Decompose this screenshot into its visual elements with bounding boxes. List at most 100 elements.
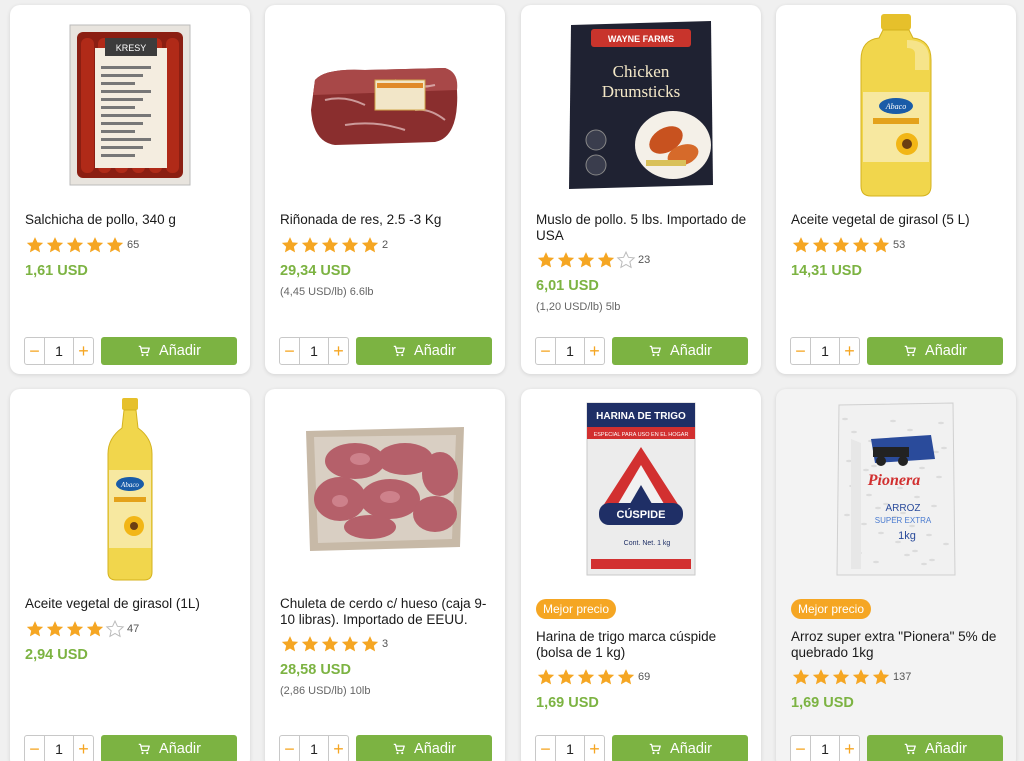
product-rating: 23 [536,250,650,270]
rating-stars [791,667,891,687]
add-to-cart-button[interactable]: Añadir [612,337,748,365]
product-name[interactable]: Aceite vegetal de girasol (1L) [25,596,240,612]
add-to-cart-label: Añadir [925,741,967,757]
decrease-quantity-button[interactable]: − [280,736,300,761]
increase-quantity-button[interactable]: + [327,736,348,761]
product-card[interactable]: Pionera ARROZ SUPER EXTRA 1kg Mejor prec… [776,389,1016,761]
star-empty-icon [105,619,125,638]
increase-quantity-button[interactable]: + [72,338,93,364]
quantity-value[interactable]: 1 [566,741,574,757]
decrease-quantity-button[interactable]: − [536,736,556,761]
increase-quantity-button[interactable]: + [583,338,604,364]
star-filled-icon [812,669,830,685]
quantity-stepper[interactable]: − 1 + [24,337,94,365]
add-to-cart-button[interactable]: Añadir [356,337,492,365]
quantity-value[interactable]: 1 [55,741,63,757]
increase-quantity-button[interactable]: + [838,338,859,364]
product-price: 1,69 USD [791,695,854,711]
sausage-package-image[interactable]: KRESY [10,5,250,205]
review-count: 69 [638,671,651,683]
product-rating: 65 [25,235,139,255]
increase-quantity-button[interactable]: + [838,736,859,761]
pork-chops-box-image[interactable] [265,389,505,589]
decrease-quantity-button[interactable]: − [791,338,811,364]
beef-loin-image[interactable] [265,5,505,205]
star-filled-icon [281,237,299,253]
star-filled-icon [852,669,870,685]
quantity-value[interactable]: 1 [310,343,318,359]
increase-quantity-button[interactable]: + [327,338,348,364]
add-to-cart-button[interactable]: Añadir [101,735,237,761]
chicken-drumsticks-bag-image[interactable]: WAYNE FARMS Chicken Drumsticks [521,5,761,205]
quantity-stepper[interactable]: − 1 + [790,735,860,761]
svg-text:Chicken: Chicken [613,62,670,81]
product-name[interactable]: Chuleta de cerdo c/ hueso (caja 9-10 lib… [280,596,495,628]
product-card[interactable]: Riñonada de res, 2.5 -3 Kg 2 29,34 USD (… [265,5,505,374]
star-filled-icon [617,669,635,685]
star-filled-icon [577,252,595,268]
cart-icon [138,345,150,357]
oil-jug-5l-image[interactable]: Abaco [776,5,1016,205]
review-count: 137 [893,671,912,683]
product-card[interactable]: WAYNE FARMS Chicken Drumsticks Muslo de … [521,5,761,374]
product-card[interactable]: Chuleta de cerdo c/ hueso (caja 9-10 lib… [265,389,505,761]
product-price: 1,61 USD [25,263,88,279]
product-name[interactable]: Salchicha de pollo, 340 g [25,212,240,228]
product-name[interactable]: Riñonada de res, 2.5 -3 Kg [280,212,495,228]
increase-quantity-button[interactable]: + [72,736,93,761]
quantity-stepper[interactable]: − 1 + [535,735,605,761]
add-to-cart-button[interactable]: Añadir [356,735,492,761]
svg-text:ESPECIAL PARA USO EN EL HOGAR: ESPECIAL PARA USO EN EL HOGAR [594,432,689,438]
star-filled-icon [792,237,810,253]
rice-bag-image[interactable]: Pionera ARROZ SUPER EXTRA 1kg [776,389,1016,589]
increase-quantity-button[interactable]: + [583,736,604,761]
product-name[interactable]: Arroz super extra "Pionera" 5% de quebra… [791,629,1006,661]
cart-icon [393,743,405,755]
cart-icon [904,345,916,357]
svg-text:CÚSPIDE: CÚSPIDE [617,508,666,521]
add-to-cart-button[interactable]: Añadir [101,337,237,365]
rating-stars [25,619,125,639]
quantity-stepper[interactable]: − 1 + [24,735,94,761]
decrease-quantity-button[interactable]: − [25,338,45,364]
quantity-stepper[interactable]: − 1 + [279,735,349,761]
quantity-value[interactable]: 1 [821,741,829,757]
svg-text:WAYNE FARMS: WAYNE FARMS [608,34,674,44]
star-filled-icon [281,636,299,652]
add-to-cart-button[interactable]: Añadir [612,735,748,761]
decrease-quantity-button[interactable]: − [536,338,556,364]
star-filled-icon [46,621,64,637]
star-filled-icon [557,669,575,685]
quantity-value[interactable]: 1 [566,343,574,359]
product-name[interactable]: Aceite vegetal de girasol (5 L) [791,212,1006,228]
star-filled-icon [852,237,870,253]
decrease-quantity-button[interactable]: − [25,736,45,761]
product-card[interactable]: Abaco Aceite vegetal de girasol (5 L) 53… [776,5,1016,374]
product-rating: 3 [280,634,388,654]
product-price: 1,69 USD [536,695,599,711]
quantity-value[interactable]: 1 [55,343,63,359]
oil-bottle-1l-image[interactable]: Abaco [10,389,250,589]
star-filled-icon [557,252,575,268]
decrease-quantity-button[interactable]: − [280,338,300,364]
quantity-stepper[interactable]: − 1 + [279,337,349,365]
review-count: 3 [382,638,389,650]
quantity-stepper[interactable]: − 1 + [535,337,605,365]
product-card[interactable]: Abaco Aceite vegetal de girasol (1L) 47 … [10,389,250,761]
quantity-value[interactable]: 1 [821,343,829,359]
star-filled-icon [812,237,830,253]
decrease-quantity-button[interactable]: − [791,736,811,761]
flour-bag-image[interactable]: HARINA DE TRIGO ESPECIAL PARA USO EN EL … [521,389,761,589]
rating-stars [536,667,636,687]
quantity-value[interactable]: 1 [310,741,318,757]
product-card[interactable]: HARINA DE TRIGO ESPECIAL PARA USO EN EL … [521,389,761,761]
svg-text:KRESY: KRESY [116,43,147,53]
add-to-cart-button[interactable]: Añadir [867,735,1003,761]
add-to-cart-button[interactable]: Añadir [867,337,1003,365]
cart-icon [138,743,150,755]
star-empty-icon [616,250,636,269]
quantity-stepper[interactable]: − 1 + [790,337,860,365]
product-name[interactable]: Harina de trigo marca cúspide (bolsa de … [536,629,751,661]
product-card[interactable]: KRESY Salchicha de pollo, 340 g 65 1,61 … [10,5,250,374]
product-name[interactable]: Muslo de pollo. 5 lbs. Importado de USA [536,212,751,244]
